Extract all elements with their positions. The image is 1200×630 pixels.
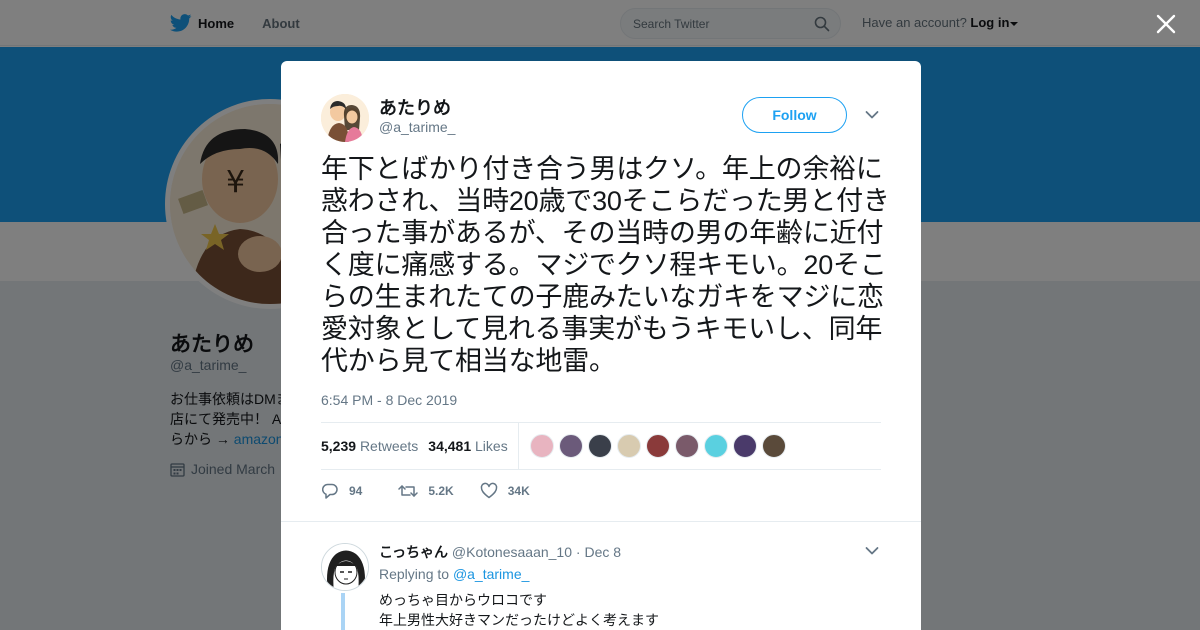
retweet-count-short: 5.2K bbox=[428, 484, 454, 498]
liker-avatar[interactable] bbox=[616, 434, 641, 458]
reply-author-name[interactable]: こっちゃん bbox=[379, 544, 448, 560]
heart-icon bbox=[480, 482, 497, 499]
follow-button[interactable]: Follow bbox=[742, 97, 847, 133]
liker-avatar[interactable] bbox=[558, 434, 583, 458]
replying-to-label: Replying to bbox=[379, 566, 453, 582]
chevron-down-icon[interactable] bbox=[865, 545, 879, 557]
likes-label: Likes bbox=[475, 438, 508, 454]
reply-text-line: 年上男性大好きマンだったけどよく考えます bbox=[379, 612, 659, 628]
stats-divider bbox=[517, 423, 519, 469]
close-icon bbox=[1156, 14, 1176, 34]
tweet-author-handle[interactable]: @a_tarime_ bbox=[379, 119, 455, 135]
reply-text-line: めっちゃ目からウロコです bbox=[379, 592, 547, 608]
reply-header: こっちゃん @Kotonesaaan_10 · Dec 8 bbox=[379, 542, 621, 562]
tweet-timestamp[interactable]: 6:54 PM - 8 Dec 2019 bbox=[321, 392, 457, 408]
retweet-icon bbox=[398, 485, 419, 497]
reply-thread-line bbox=[341, 593, 345, 630]
likes-stat[interactable]: 34,481 Likes bbox=[428, 438, 507, 454]
avatar-illustration bbox=[322, 544, 368, 590]
reply-author-avatar[interactable] bbox=[321, 543, 369, 591]
retweet-button[interactable]: 5.2K bbox=[398, 482, 454, 500]
liker-avatar[interactable] bbox=[587, 434, 612, 458]
tweet-author-name[interactable]: あたりめ bbox=[379, 94, 451, 120]
chevron-down-icon[interactable] bbox=[865, 109, 879, 121]
tweet-text: 年下とばかり付き合う男はクソ。年上の余裕に惑わされ、当時20歳で30そこらだった… bbox=[321, 154, 890, 376]
liker-avatar[interactable] bbox=[761, 434, 786, 458]
reply-mention-link[interactable]: @a_tarime_ bbox=[453, 566, 529, 582]
tweet-actions: 94 5.2K 34K bbox=[321, 482, 565, 500]
reply-text: めっちゃ目からウロコです 年上男性大好きマンだったけどよく考えます bbox=[379, 590, 659, 630]
reply-date[interactable]: · Dec 8 bbox=[576, 544, 621, 560]
replying-to: Replying to @a_tarime_ bbox=[379, 566, 529, 582]
retweets-count: 5,239 bbox=[321, 438, 357, 454]
liker-avatar[interactable] bbox=[529, 434, 554, 458]
reply-icon bbox=[321, 483, 338, 499]
liker-avatar[interactable] bbox=[703, 434, 728, 458]
like-count-short: 34K bbox=[507, 484, 530, 498]
liker-avatars bbox=[529, 434, 791, 458]
reply-button[interactable]: 94 bbox=[321, 482, 362, 500]
avatar-illustration bbox=[321, 94, 369, 142]
retweets-stat[interactable]: 5,239 Retweets bbox=[321, 438, 418, 454]
reply-count: 94 bbox=[349, 484, 363, 498]
close-button[interactable] bbox=[1152, 10, 1180, 38]
like-button[interactable]: 34K bbox=[480, 482, 530, 500]
retweets-label: Retweets bbox=[359, 438, 419, 454]
likes-count: 34,481 bbox=[428, 438, 472, 454]
liker-avatar[interactable] bbox=[645, 434, 670, 458]
liker-avatar[interactable] bbox=[674, 434, 699, 458]
liker-avatar[interactable] bbox=[732, 434, 757, 458]
reply-author-handle[interactable]: @Kotonesaaan_10 bbox=[452, 544, 572, 560]
tweet-stats: 5,239 Retweets 34,481 Likes bbox=[321, 422, 881, 470]
tweet-author-avatar[interactable] bbox=[321, 94, 369, 142]
reply-separator bbox=[281, 521, 921, 522]
tweet-modal: あたりめ @a_tarime_ Follow 年下とばかり付き合う男はクソ。年上… bbox=[281, 61, 921, 630]
